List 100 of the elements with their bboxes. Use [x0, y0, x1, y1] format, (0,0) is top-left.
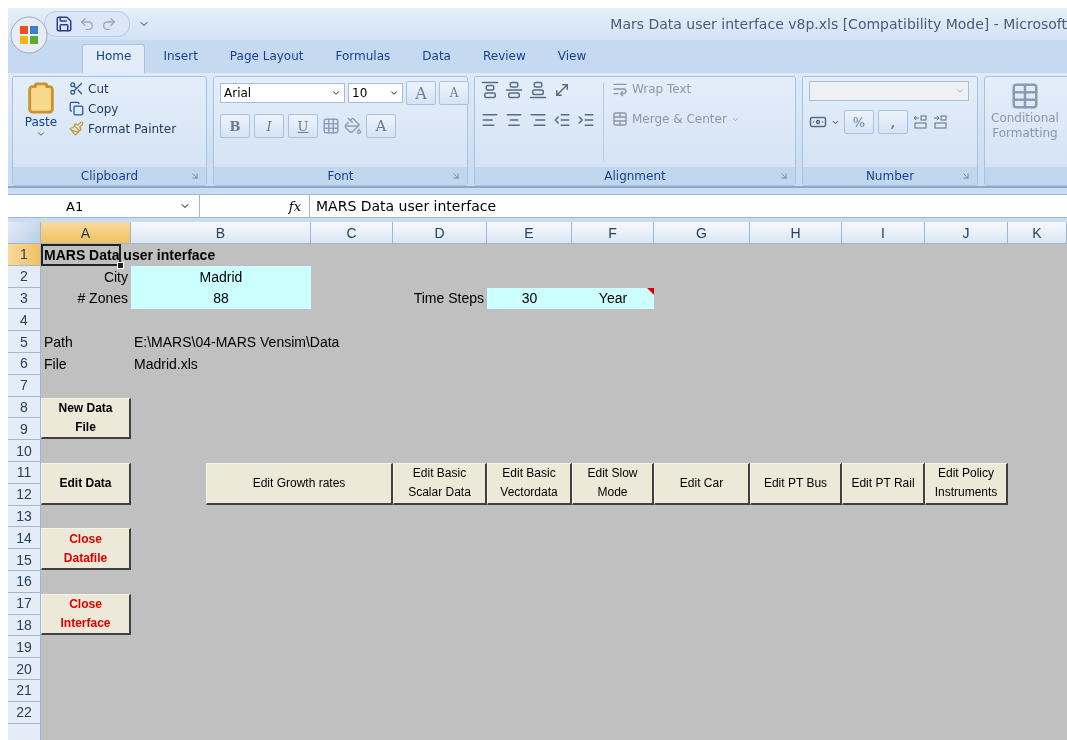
- column-header[interactable]: I: [842, 222, 925, 244]
- sheet-cell-text: Madrid.xls: [133, 354, 199, 374]
- macro-button[interactable]: Edit Car: [654, 462, 750, 505]
- row-header[interactable]: 18: [8, 614, 41, 637]
- sheet-cell: Madrid: [131, 265, 311, 288]
- increase-decimal-icon[interactable]: [912, 114, 928, 130]
- cut-button[interactable]: Cut: [69, 81, 177, 96]
- row-header[interactable]: 13: [8, 505, 41, 528]
- row-header[interactable]: 8: [8, 396, 41, 419]
- italic-button[interactable]: I: [254, 114, 284, 138]
- column-header[interactable]: E: [487, 222, 572, 244]
- comma-button[interactable]: ,: [878, 110, 908, 134]
- number-format-field[interactable]: [809, 81, 969, 101]
- row-header[interactable]: 1: [8, 244, 41, 266]
- row-header[interactable]: 11: [8, 461, 41, 484]
- macro-button[interactable]: Edit PT Bus: [750, 462, 842, 505]
- column-header[interactable]: K: [1008, 222, 1067, 244]
- percent-button[interactable]: %: [844, 110, 874, 134]
- row-header[interactable]: 7: [8, 374, 41, 397]
- fill-color-icon[interactable]: [344, 117, 362, 135]
- ribbon-tab[interactable]: Page Layout: [215, 44, 318, 73]
- row-header[interactable]: 3: [8, 287, 41, 310]
- ribbon-tab[interactable]: Formulas: [321, 44, 405, 73]
- row-header[interactable]: 17: [8, 592, 41, 615]
- save-icon[interactable]: [55, 15, 73, 33]
- font-name-field[interactable]: Arial: [220, 83, 345, 103]
- launcher-icon[interactable]: [779, 171, 789, 181]
- sheet-cell-text: City: [102, 267, 129, 287]
- align-left-icon[interactable]: [481, 111, 499, 129]
- borders-icon[interactable]: [322, 117, 340, 135]
- paintbrush-icon: [69, 121, 84, 136]
- formula-field[interactable]: MARS Data user interface: [310, 195, 497, 217]
- row-header[interactable]: 10: [8, 440, 41, 462]
- caret-icon: [331, 88, 341, 98]
- macro-button[interactable]: Close Datafile: [41, 528, 131, 570]
- column-header[interactable]: H: [750, 222, 842, 244]
- paste-button[interactable]: Paste: [19, 81, 63, 163]
- font-color-button[interactable]: A: [366, 114, 396, 138]
- row-header[interactable]: 9: [8, 418, 41, 441]
- function-label[interactable]: fx: [200, 195, 310, 217]
- underline-button[interactable]: U: [288, 114, 318, 138]
- macro-button[interactable]: Edit Basic Vectordata: [487, 462, 572, 505]
- column-header[interactable]: A: [41, 222, 131, 244]
- decrease-decimal-icon[interactable]: [932, 114, 948, 130]
- macro-button[interactable]: Edit Growth rates: [206, 462, 393, 505]
- column-header[interactable]: J: [925, 222, 1008, 244]
- row-header[interactable]: 12: [8, 483, 41, 506]
- orientation-icon[interactable]: [553, 81, 571, 99]
- align-right-icon[interactable]: [529, 111, 547, 129]
- row-header[interactable]: 15: [8, 549, 41, 571]
- copy-button[interactable]: Copy: [69, 101, 177, 116]
- format-painter-button[interactable]: Format Painter: [69, 121, 177, 136]
- grow-font-button[interactable]: A: [406, 81, 436, 105]
- top-align-icon[interactable]: [481, 81, 499, 99]
- font-size-field[interactable]: 10: [348, 83, 403, 103]
- macro-button[interactable]: Edit Basic Scalar Data: [393, 462, 487, 505]
- column-header[interactable]: B: [131, 222, 311, 244]
- ribbon-tab[interactable]: Review: [468, 44, 540, 73]
- row-header[interactable]: 4: [8, 309, 41, 332]
- name-box[interactable]: A1: [8, 195, 200, 217]
- macro-button[interactable]: Edit Data: [41, 462, 131, 505]
- macro-button[interactable]: Edit PT Rail: [842, 462, 925, 505]
- bold-button[interactable]: B: [220, 114, 250, 138]
- sheet-cell-text: File: [43, 354, 68, 374]
- ribbon-tab[interactable]: Data: [408, 44, 465, 73]
- launcher-icon[interactable]: [451, 171, 461, 181]
- row-header[interactable]: 19: [8, 636, 41, 659]
- copy-icon: [69, 101, 84, 116]
- launcher-icon[interactable]: [190, 171, 200, 181]
- row-header[interactable]: 2: [8, 265, 41, 288]
- macro-button[interactable]: Close Interface: [41, 593, 131, 636]
- row-header[interactable]: 6: [8, 353, 41, 375]
- column-header[interactable]: D: [393, 222, 487, 244]
- row-header[interactable]: 22: [8, 701, 41, 724]
- middle-align-icon[interactable]: [505, 81, 523, 99]
- row-header[interactable]: 14: [8, 527, 41, 550]
- row-header[interactable]: 21: [8, 679, 41, 702]
- undo-icon[interactable]: [79, 16, 95, 32]
- macro-button[interactable]: Edit Policy Instruments: [925, 462, 1008, 505]
- row-header[interactable]: 16: [8, 570, 41, 593]
- select-all-corner[interactable]: [8, 222, 41, 244]
- group-title: Number: [865, 169, 915, 183]
- row-header[interactable]: 20: [8, 658, 41, 680]
- scissors-icon: [69, 81, 84, 96]
- ribbon-tab[interactable]: View: [543, 44, 601, 73]
- redo-icon[interactable]: [101, 16, 117, 32]
- macro-button[interactable]: New Data File: [41, 397, 131, 440]
- ribbon-tab[interactable]: Insert: [149, 44, 212, 73]
- align-center-icon[interactable]: [505, 111, 523, 129]
- decrease-indent-icon[interactable]: [553, 111, 571, 129]
- ribbon-tab[interactable]: Home: [82, 44, 146, 73]
- bottom-align-icon[interactable]: [529, 81, 547, 99]
- shrink-font-button[interactable]: A: [439, 81, 469, 105]
- row-header[interactable]: 5: [8, 331, 41, 353]
- column-header[interactable]: G: [654, 222, 750, 244]
- launcher-icon[interactable]: [961, 171, 971, 181]
- column-header[interactable]: F: [572, 222, 654, 244]
- increase-indent-icon[interactable]: [577, 111, 595, 129]
- macro-button[interactable]: Edit Slow Mode: [572, 462, 654, 505]
- column-header[interactable]: C: [311, 222, 393, 244]
